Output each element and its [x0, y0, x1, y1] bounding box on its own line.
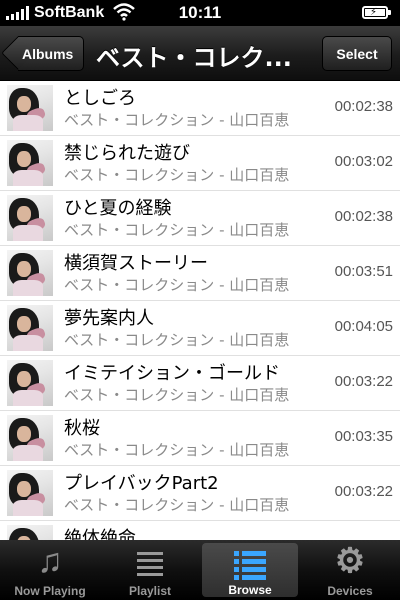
track-title: としごろ: [64, 88, 136, 109]
nav-bar: Albums ベスト・コレク... Select: [0, 26, 400, 81]
album-art: [7, 470, 53, 516]
tab-bar: ♫ Now Playing Playlist Browse ⚙ Devices: [0, 540, 400, 600]
track-duration: 00:03:35: [334, 428, 393, 445]
track-row[interactable]: ひと夏の経験 ベスト・コレクション - 山口百恵 00:02:38: [0, 191, 400, 246]
tab-label: Browse: [228, 583, 272, 597]
browse-list-icon: [234, 551, 266, 583]
album-art: [7, 140, 53, 186]
status-bar: SoftBank 10:11 ⚡: [0, 0, 400, 26]
track-row[interactable]: イミテイション・ゴールド ベスト・コレクション - 山口百恵 00:03:22: [0, 356, 400, 411]
select-button[interactable]: Select: [322, 36, 392, 71]
track-row[interactable]: 横須賀ストーリー ベスト・コレクション - 山口百恵 00:03:51: [0, 246, 400, 301]
track-subtitle: ベスト・コレクション - 山口百恵: [64, 331, 290, 349]
track-title: イミテイション・ゴールド: [64, 363, 280, 384]
back-button-label: Albums: [22, 45, 74, 62]
album-art: [7, 415, 53, 461]
playlist-icon: [137, 552, 163, 580]
tab-label: Now Playing: [14, 584, 86, 598]
tab-label: Devices: [327, 584, 373, 598]
battery-icon: ⚡: [362, 6, 391, 19]
album-art: [7, 360, 53, 406]
track-row[interactable]: 禁じられた遊び ベスト・コレクション - 山口百恵 00:03:02: [0, 136, 400, 191]
track-row[interactable]: 夢先案内人 ベスト・コレクション - 山口百恵 00:04:05: [0, 301, 400, 356]
track-subtitle: ベスト・コレクション - 山口百恵: [64, 496, 290, 514]
track-title: ひと夏の経験: [64, 198, 172, 219]
back-button[interactable]: Albums: [18, 36, 85, 71]
music-note-icon: ♫: [37, 542, 63, 580]
track-subtitle: ベスト・コレクション - 山口百恵: [64, 221, 290, 239]
tab-playlist[interactable]: Playlist: [100, 540, 200, 600]
track-title: プレイバックPart2: [64, 473, 219, 494]
track-list[interactable]: としごろ ベスト・コレクション - 山口百恵 00:02:38 禁じられた遊び …: [0, 81, 400, 540]
track-subtitle: ベスト・コレクション - 山口百恵: [64, 166, 290, 184]
track-title: 夢先案内人: [64, 308, 154, 329]
album-art: [7, 195, 53, 241]
track-row[interactable]: プレイバックPart2 ベスト・コレクション - 山口百恵 00:03:22: [0, 466, 400, 521]
track-row[interactable]: 秋桜 ベスト・コレクション - 山口百恵 00:03:35: [0, 411, 400, 466]
page-title: ベスト・コレク...: [96, 44, 292, 72]
track-title: 禁じられた遊び: [64, 143, 190, 164]
track-duration: 00:02:38: [334, 208, 393, 225]
tab-browse[interactable]: Browse: [202, 543, 298, 597]
track-duration: 00:03:02: [334, 153, 393, 170]
album-art: [7, 305, 53, 351]
tab-label: Playlist: [128, 584, 172, 598]
track-duration: 00:03:22: [334, 483, 393, 500]
album-art: [7, 250, 53, 296]
track-title: 絶体絶命: [64, 528, 136, 540]
track-subtitle: ベスト・コレクション - 山口百恵: [64, 111, 290, 129]
track-duration: 00:04:05: [334, 318, 393, 335]
track-duration: 00:02:38: [334, 98, 393, 115]
track-subtitle: ベスト・コレクション - 山口百恵: [64, 386, 290, 404]
tab-now-playing[interactable]: ♫ Now Playing: [0, 540, 100, 600]
track-title: 秋桜: [64, 418, 100, 439]
clock: 10:11: [178, 3, 222, 22]
track-duration: 00:03:22: [334, 373, 393, 390]
track-subtitle: ベスト・コレクション - 山口百恵: [64, 276, 290, 294]
track-duration: 00:03:51: [334, 263, 393, 280]
tab-devices[interactable]: ⚙ Devices: [300, 540, 400, 600]
gear-icon: ⚙: [334, 542, 366, 580]
track-subtitle: ベスト・コレクション - 山口百恵: [64, 441, 290, 459]
track-title: 横須賀ストーリー: [64, 253, 208, 274]
album-art: [7, 525, 53, 540]
album-art: [7, 85, 53, 131]
track-row[interactable]: としごろ ベスト・コレクション - 山口百恵 00:02:38: [0, 81, 400, 136]
track-row[interactable]: 絶体絶命: [0, 521, 400, 540]
